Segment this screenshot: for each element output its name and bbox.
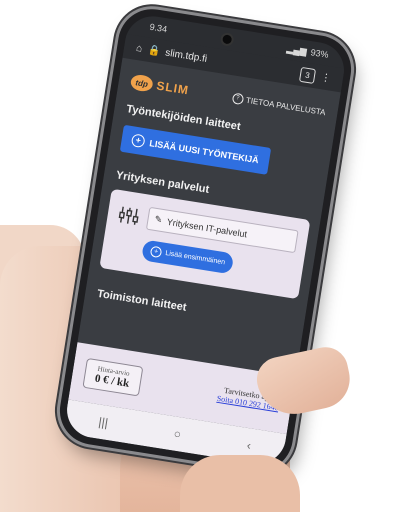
sliders-icon: [118, 206, 139, 225]
add-first-label: Lisää ensimmäinen: [164, 249, 226, 267]
slim-logo[interactable]: tdp SLIM: [129, 73, 190, 98]
info-label: TIETOA PALVELUSTA: [245, 95, 327, 117]
info-link[interactable]: ? TIETOA PALVELUSTA: [231, 92, 326, 118]
plus-circle-icon: +: [149, 245, 163, 259]
front-camera: [221, 33, 233, 45]
pencil-icon: ✎: [153, 213, 163, 225]
lock-icon: 🔒: [147, 44, 162, 58]
battery-level: 93%: [309, 47, 330, 60]
price-estimate-box: Hinta-arvio 0 € / kk: [82, 357, 143, 397]
recents-icon[interactable]: |||: [98, 415, 109, 430]
service-name-value: Yrityksen IT-palvelut: [166, 216, 248, 239]
add-first-button[interactable]: + Lisää ensimmäinen: [141, 239, 235, 275]
status-time: 9.34: [148, 21, 168, 35]
more-vert-icon[interactable]: ⋮: [320, 72, 332, 84]
home-icon[interactable]: ⌂: [135, 42, 143, 54]
home-button-icon[interactable]: ○: [173, 427, 182, 442]
photo-scene: 9.34 ▂▄▆ 93% ⌂ 🔒 slim.tdp.fi 3 ⋮ tdp SLI…: [0, 0, 408, 512]
plus-circle-icon: +: [130, 133, 146, 149]
logo-badge: tdp: [129, 73, 154, 93]
url-text: slim.tdp.fi: [164, 46, 208, 65]
tabs-button[interactable]: 3: [298, 66, 317, 84]
status-indicators: ▂▄▆ 93%: [286, 43, 329, 60]
add-employee-label: LISÄÄ UUSI TYÖNTEKIJÄ: [148, 137, 260, 165]
logo-text: SLIM: [155, 78, 190, 98]
signal-icon: ▂▄▆: [286, 42, 308, 56]
hand-finger-bottom: [180, 455, 300, 512]
back-icon[interactable]: ‹: [246, 438, 252, 452]
question-circle-icon: ?: [231, 92, 245, 105]
